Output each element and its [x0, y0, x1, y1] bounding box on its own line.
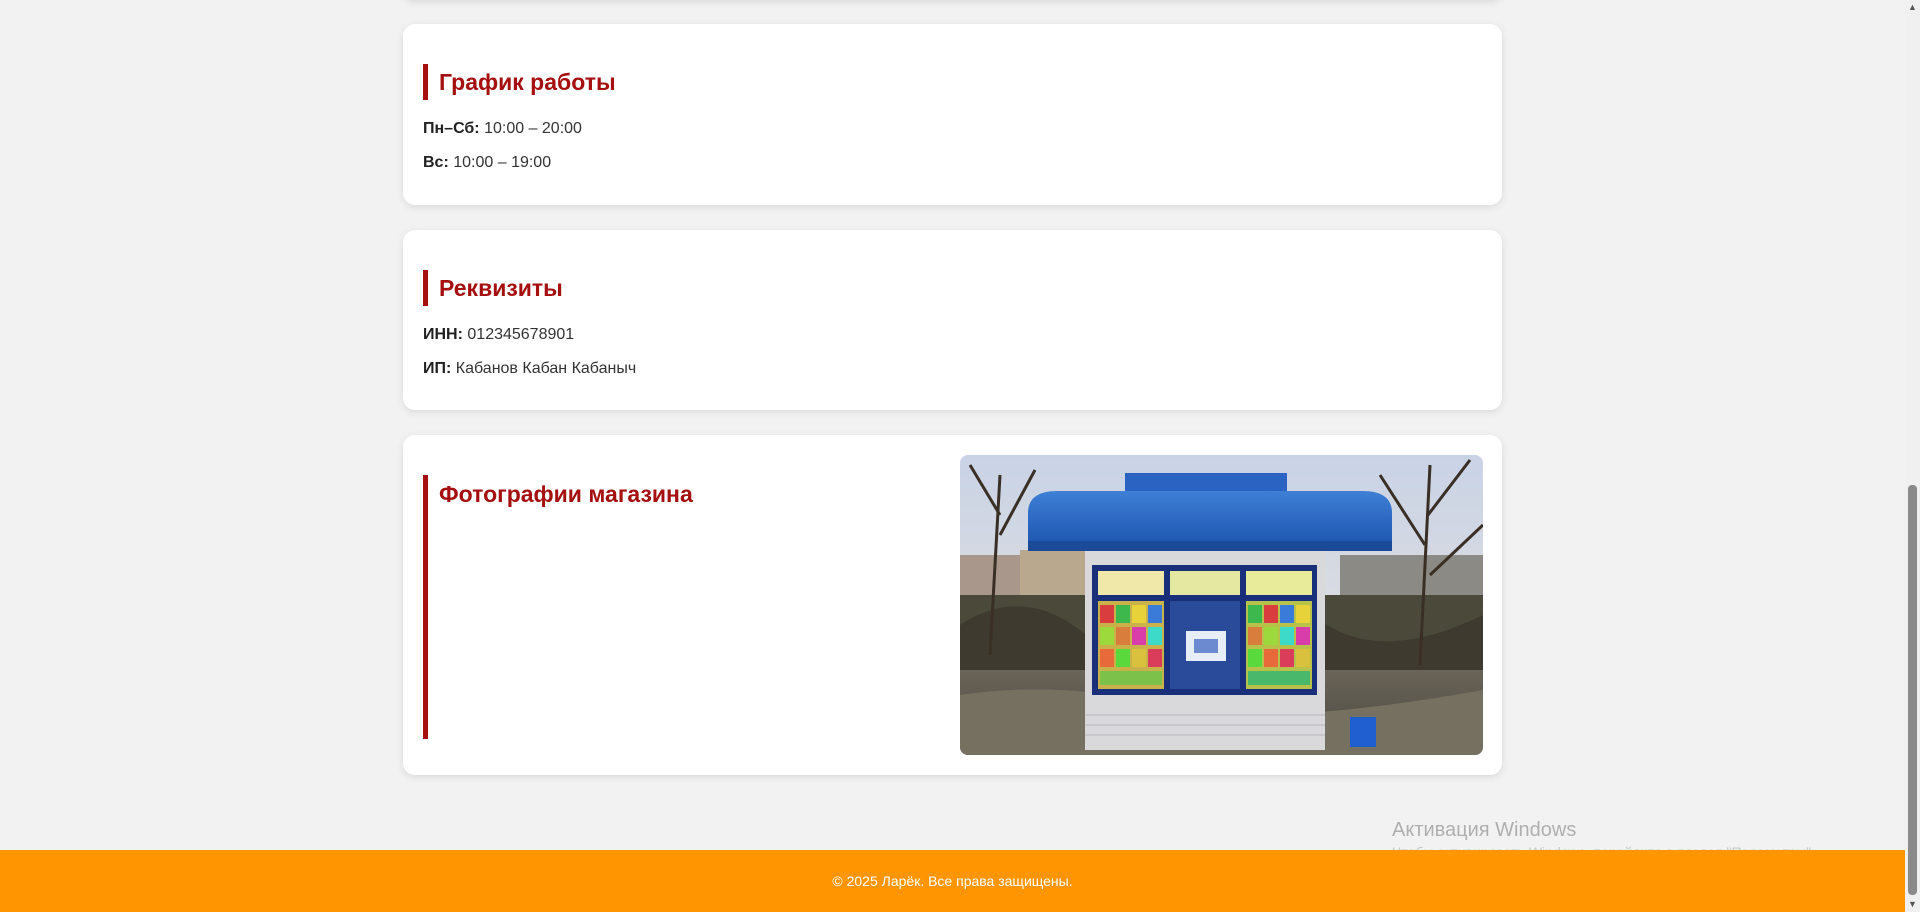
scroll-thumb[interactable] — [1908, 485, 1917, 895]
schedule-sunday-label: Вс: — [423, 154, 449, 171]
page: График работы Пн–Сб: 10:00 – 20:00 Вс: 1… — [0, 0, 1920, 912]
schedule-sunday: Вс: 10:00 – 19:00 — [423, 152, 551, 174]
schedule-weekdays-label: Пн–Сб: — [423, 120, 480, 137]
schedule-weekdays-hours: 10:00 – 20:00 — [484, 120, 582, 137]
requisites-card: Реквизиты ИНН: 012345678901 ИП: Кабанов … — [403, 230, 1502, 410]
vertical-scrollbar[interactable]: ▲ ▼ — [1905, 0, 1920, 912]
requisites-ip: ИП: Кабанов Кабан Кабаныч — [423, 358, 636, 380]
photos-title: Фотографии магазина — [423, 475, 693, 739]
windows-activation-title: Активация Windows — [1392, 819, 1577, 841]
kiosk-photo-illustration — [960, 455, 1483, 755]
requisites-ip-label: ИП: — [423, 360, 452, 377]
requisites-inn-label: ИНН: — [423, 326, 463, 343]
requisites-ip-value: Кабанов Кабан Кабаныч — [455, 360, 637, 377]
schedule-title: График работы — [423, 64, 616, 100]
main-content: График работы Пн–Сб: 10:00 – 20:00 Вс: 1… — [0, 0, 1905, 912]
footer-copyright: © 2025 Ларёк. Все права защищены. — [832, 873, 1073, 889]
schedule-sunday-hours: 10:00 – 19:00 — [453, 154, 552, 171]
store-photo[interactable] — [960, 455, 1483, 755]
footer: © 2025 Ларёк. Все права защищены. — [0, 850, 1905, 912]
scroll-down-arrow-icon[interactable]: ▼ — [1905, 897, 1920, 912]
schedule-card: График работы Пн–Сб: 10:00 – 20:00 Вс: 1… — [403, 24, 1502, 205]
requisites-inn: ИНН: 012345678901 — [423, 324, 574, 346]
photos-card: Фотографии магазина — [403, 435, 1502, 775]
scroll-up-arrow-icon[interactable]: ▲ — [1905, 0, 1920, 15]
schedule-weekdays: Пн–Сб: 10:00 – 20:00 — [423, 118, 582, 140]
requisites-inn-value: 012345678901 — [467, 326, 575, 343]
requisites-title: Реквизиты — [423, 270, 563, 306]
